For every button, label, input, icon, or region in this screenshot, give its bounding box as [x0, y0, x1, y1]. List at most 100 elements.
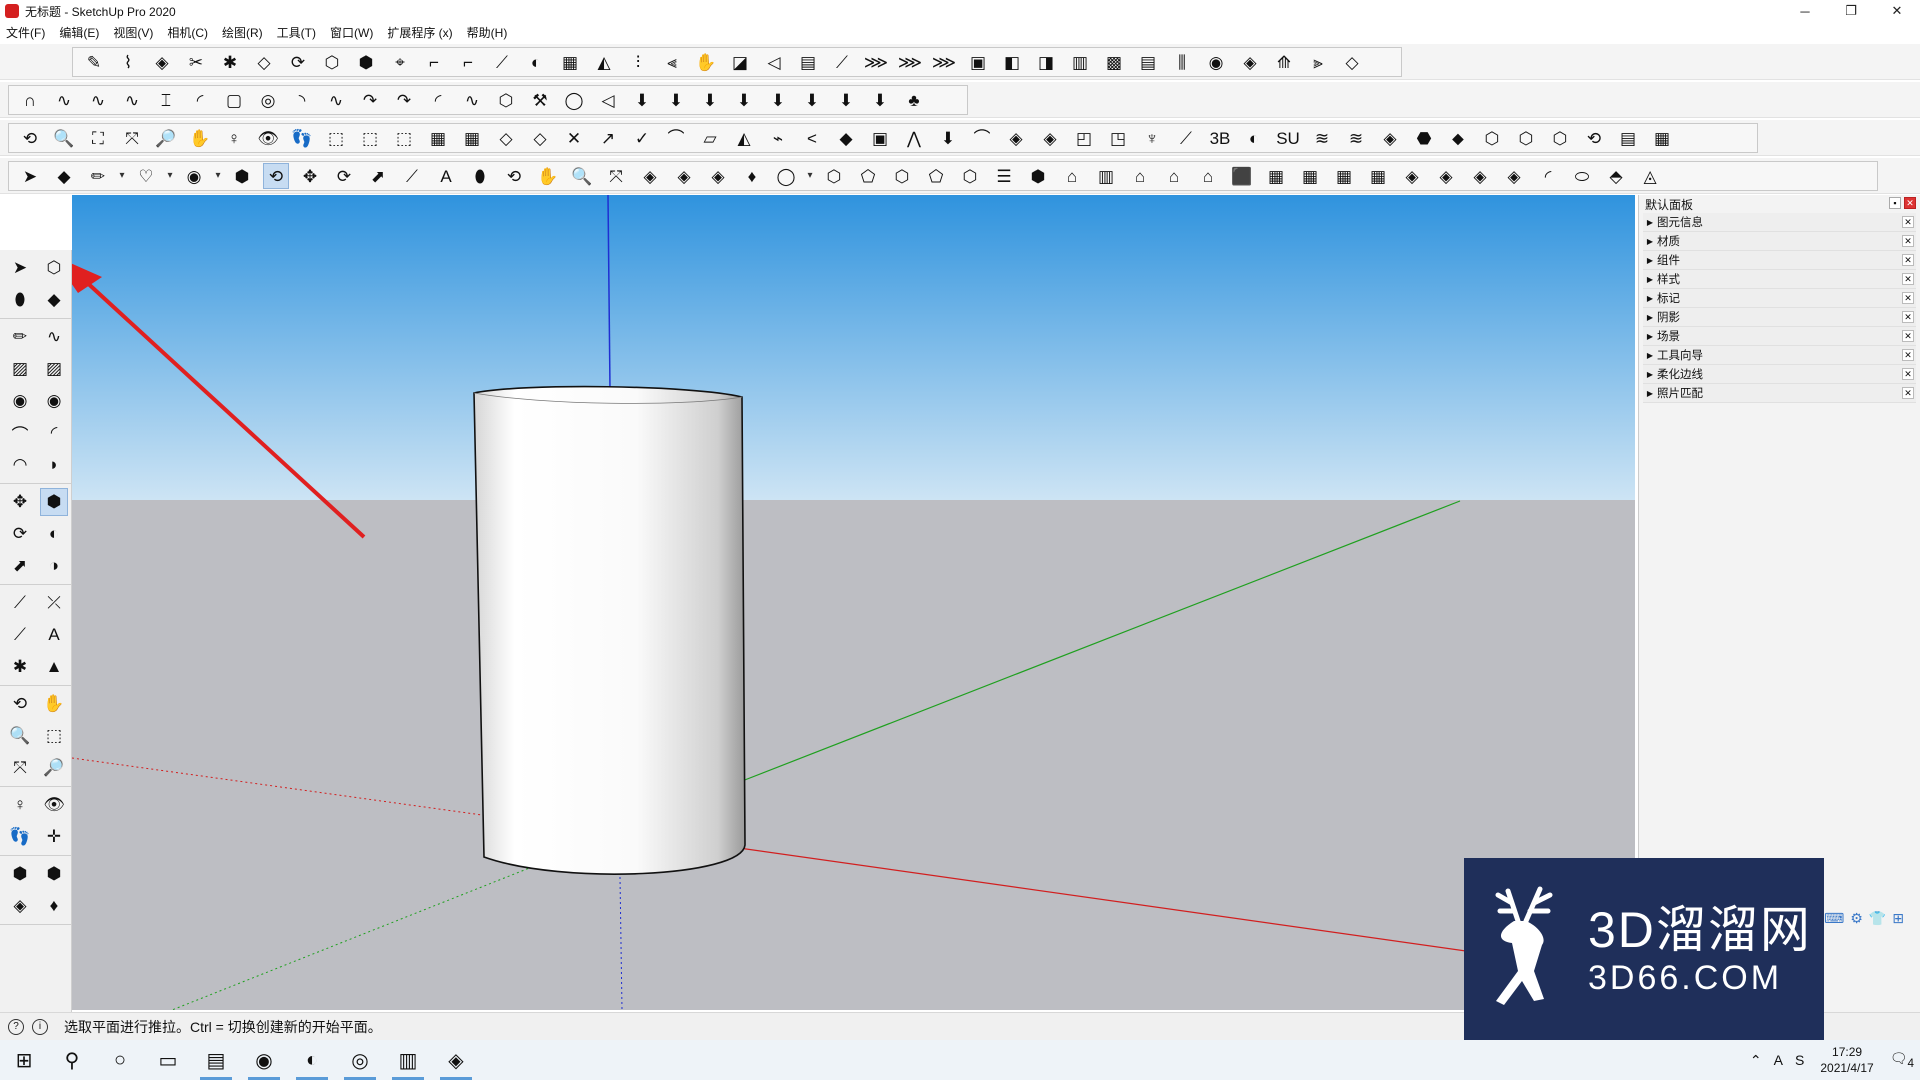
tray-close-icon[interactable]: ✕: [1902, 387, 1914, 399]
row3-tool-icon-44[interactable]: ⬡: [1513, 125, 1539, 151]
left-tool-icon-12-0[interactable]: ✱: [6, 653, 34, 681]
panel-pin-button[interactable]: ▪: [1889, 197, 1901, 209]
minimize-button[interactable]: ─: [1782, 0, 1828, 22]
tray-close-icon[interactable]: ✕: [1902, 254, 1914, 266]
row2-tool-icon-6[interactable]: ▢: [221, 87, 247, 113]
row3-tool-icon-27[interactable]: ⬇: [935, 125, 961, 151]
restore-button[interactable]: ❐: [1828, 0, 1874, 22]
row3-tool-icon-40[interactable]: ◈: [1377, 125, 1403, 151]
tray-item[interactable]: ▶ 材质 ✕: [1643, 232, 1916, 251]
row3-tool-icon-15[interactable]: ◇: [527, 125, 553, 151]
row3-tool-icon-38[interactable]: ≋: [1309, 125, 1335, 151]
row1-tool-icon-20[interactable]: ◁: [761, 49, 787, 75]
row4-tool-icon-33[interactable]: ⌂: [1059, 163, 1085, 189]
row3-tool-icon-32[interactable]: ◳: [1105, 125, 1131, 151]
row1-tool-icon-36[interactable]: ⫸: [1305, 49, 1331, 75]
menu-window[interactable]: 窗口(W): [330, 24, 373, 41]
row1-tool-icon-15[interactable]: ◭: [591, 49, 617, 75]
row1-tool-icon-9[interactable]: ⌖: [387, 49, 413, 75]
row4-tool-icon-15[interactable]: ⬮: [467, 163, 493, 189]
tray-close-icon[interactable]: ✕: [1902, 235, 1914, 247]
row4-tool-icon-27[interactable]: ⬠: [855, 163, 881, 189]
row2-tool-icon-21[interactable]: ⬇: [731, 87, 757, 113]
left-tool-icon-4-1[interactable]: ◉: [40, 387, 68, 415]
left-tool-icon-6-1[interactable]: ◗: [40, 451, 68, 479]
row4-tool-icon-39[interactable]: ▦: [1263, 163, 1289, 189]
tray-close-icon[interactable]: ✕: [1902, 349, 1914, 361]
row3-tool-icon-20[interactable]: ▱: [697, 125, 723, 151]
left-tool-icon-9-0[interactable]: ⬈: [6, 552, 34, 580]
row1-tool-icon-0[interactable]: ✎: [81, 49, 107, 75]
left-tool-icon-16-0[interactable]: ♀: [6, 791, 34, 819]
dropdown-arrow-icon[interactable]: ▾: [804, 163, 816, 189]
row1-tool-icon-14[interactable]: ▦: [557, 49, 583, 75]
row4-tool-icon-2[interactable]: ✏: [85, 163, 111, 189]
left-tool-icon-10-0[interactable]: ⟋: [6, 589, 34, 617]
tray-item[interactable]: ▶ 组件 ✕: [1643, 251, 1916, 270]
row3-tool-icon-48[interactable]: ▦: [1649, 125, 1675, 151]
tray-item[interactable]: ▶ 照片匹配 ✕: [1643, 384, 1916, 403]
row3-tool-icon-22[interactable]: ⌁: [765, 125, 791, 151]
start-menu-icon[interactable]: ⊞: [0, 1040, 48, 1080]
row3-tool-icon-17[interactable]: ↗: [595, 125, 621, 151]
row4-tool-icon-34[interactable]: ▥: [1093, 163, 1119, 189]
dropdown-arrow-icon[interactable]: ▾: [164, 163, 176, 189]
row3-tool-icon-36[interactable]: ◐: [1241, 125, 1267, 151]
left-tool-icon-0-1[interactable]: ⬡: [40, 254, 68, 282]
row4-tool-icon-26[interactable]: ⬡: [821, 163, 847, 189]
tray-chevron-icon[interactable]: ⌃: [1750, 1052, 1762, 1069]
row3-tool-icon-13[interactable]: ▦: [459, 125, 485, 151]
row4-tool-icon-9[interactable]: ⟲: [263, 163, 289, 189]
row3-tool-icon-37[interactable]: SU: [1275, 125, 1301, 151]
ime-icon-2[interactable]: 👕: [1869, 910, 1886, 927]
tray-item[interactable]: ▶ 阴影 ✕: [1643, 308, 1916, 327]
row2-tool-icon-22[interactable]: ⬇: [765, 87, 791, 113]
row1-tool-icon-31[interactable]: ▤: [1135, 49, 1161, 75]
row3-tool-icon-10[interactable]: ⬚: [357, 125, 383, 151]
autocad-icon[interactable]: ▤: [192, 1040, 240, 1080]
left-tool-icon-3-0[interactable]: ▨: [6, 355, 34, 383]
row3-tool-icon-26[interactable]: ⋀: [901, 125, 927, 151]
3d-viewport[interactable]: [72, 195, 1635, 1010]
row3-tool-icon-21[interactable]: ◭: [731, 125, 757, 151]
row3-tool-icon-0[interactable]: ⟲: [17, 125, 43, 151]
system-clock[interactable]: 17:29 2021/4/17: [1820, 1044, 1873, 1076]
search-icon[interactable]: ⚲: [48, 1040, 96, 1080]
row1-tool-icon-8[interactable]: ⬢: [353, 49, 379, 75]
row3-tool-icon-23[interactable]: <: [799, 125, 825, 151]
left-tool-icon-9-1[interactable]: ◑: [40, 552, 68, 580]
row4-tool-icon-43[interactable]: ◈: [1399, 163, 1425, 189]
left-tool-icon-10-1[interactable]: ⤫: [40, 589, 68, 617]
left-tool-icon-18-1[interactable]: ⬢: [40, 860, 68, 888]
row4-tool-icon-18[interactable]: 🔍: [569, 163, 595, 189]
row3-tool-icon-14[interactable]: ◇: [493, 125, 519, 151]
row1-tool-icon-24[interactable]: ⋙: [897, 49, 923, 75]
menu-edit[interactable]: 编辑(E): [59, 24, 99, 41]
left-tool-icon-18-0[interactable]: ⬢: [6, 860, 34, 888]
row4-tool-icon-37[interactable]: ⌂: [1195, 163, 1221, 189]
row4-tool-icon-12[interactable]: ⬈: [365, 163, 391, 189]
row4-tool-icon-49[interactable]: ⬘: [1603, 163, 1629, 189]
row4-tool-icon-10[interactable]: ✥: [297, 163, 323, 189]
left-tool-icon-5-1[interactable]: ◜: [40, 419, 68, 447]
left-tool-icon-2-0[interactable]: ✏: [6, 323, 34, 351]
tray-close-icon[interactable]: ✕: [1902, 311, 1914, 323]
row4-tool-icon-47[interactable]: ◜: [1535, 163, 1561, 189]
row1-tool-icon-2[interactable]: ◈: [149, 49, 175, 75]
row4-tool-icon-41[interactable]: ▦: [1331, 163, 1357, 189]
app-icon[interactable]: ◐: [288, 1040, 336, 1080]
row3-tool-icon-12[interactable]: ▦: [425, 125, 451, 151]
left-tool-icon-7-0[interactable]: ✥: [6, 488, 34, 516]
row1-tool-icon-29[interactable]: ▥: [1067, 49, 1093, 75]
row3-tool-icon-39[interactable]: ≋: [1343, 125, 1369, 151]
menu-tools[interactable]: 工具(T): [277, 24, 316, 41]
ime-icon-1[interactable]: ⚙: [1850, 910, 1863, 927]
row1-tool-icon-23[interactable]: ⋙: [863, 49, 889, 75]
row4-tool-icon-30[interactable]: ⬡: [957, 163, 983, 189]
row4-tool-icon-23[interactable]: ♦: [739, 163, 765, 189]
ime-icon-0[interactable]: ⌨: [1824, 910, 1844, 927]
tray-ime-icon[interactable]: A: [1774, 1052, 1783, 1068]
left-tool-icon-17-0[interactable]: 👣: [6, 823, 34, 851]
row2-tool-icon-2[interactable]: ∿: [85, 87, 111, 113]
left-tool-icon-11-1[interactable]: A: [40, 621, 68, 649]
